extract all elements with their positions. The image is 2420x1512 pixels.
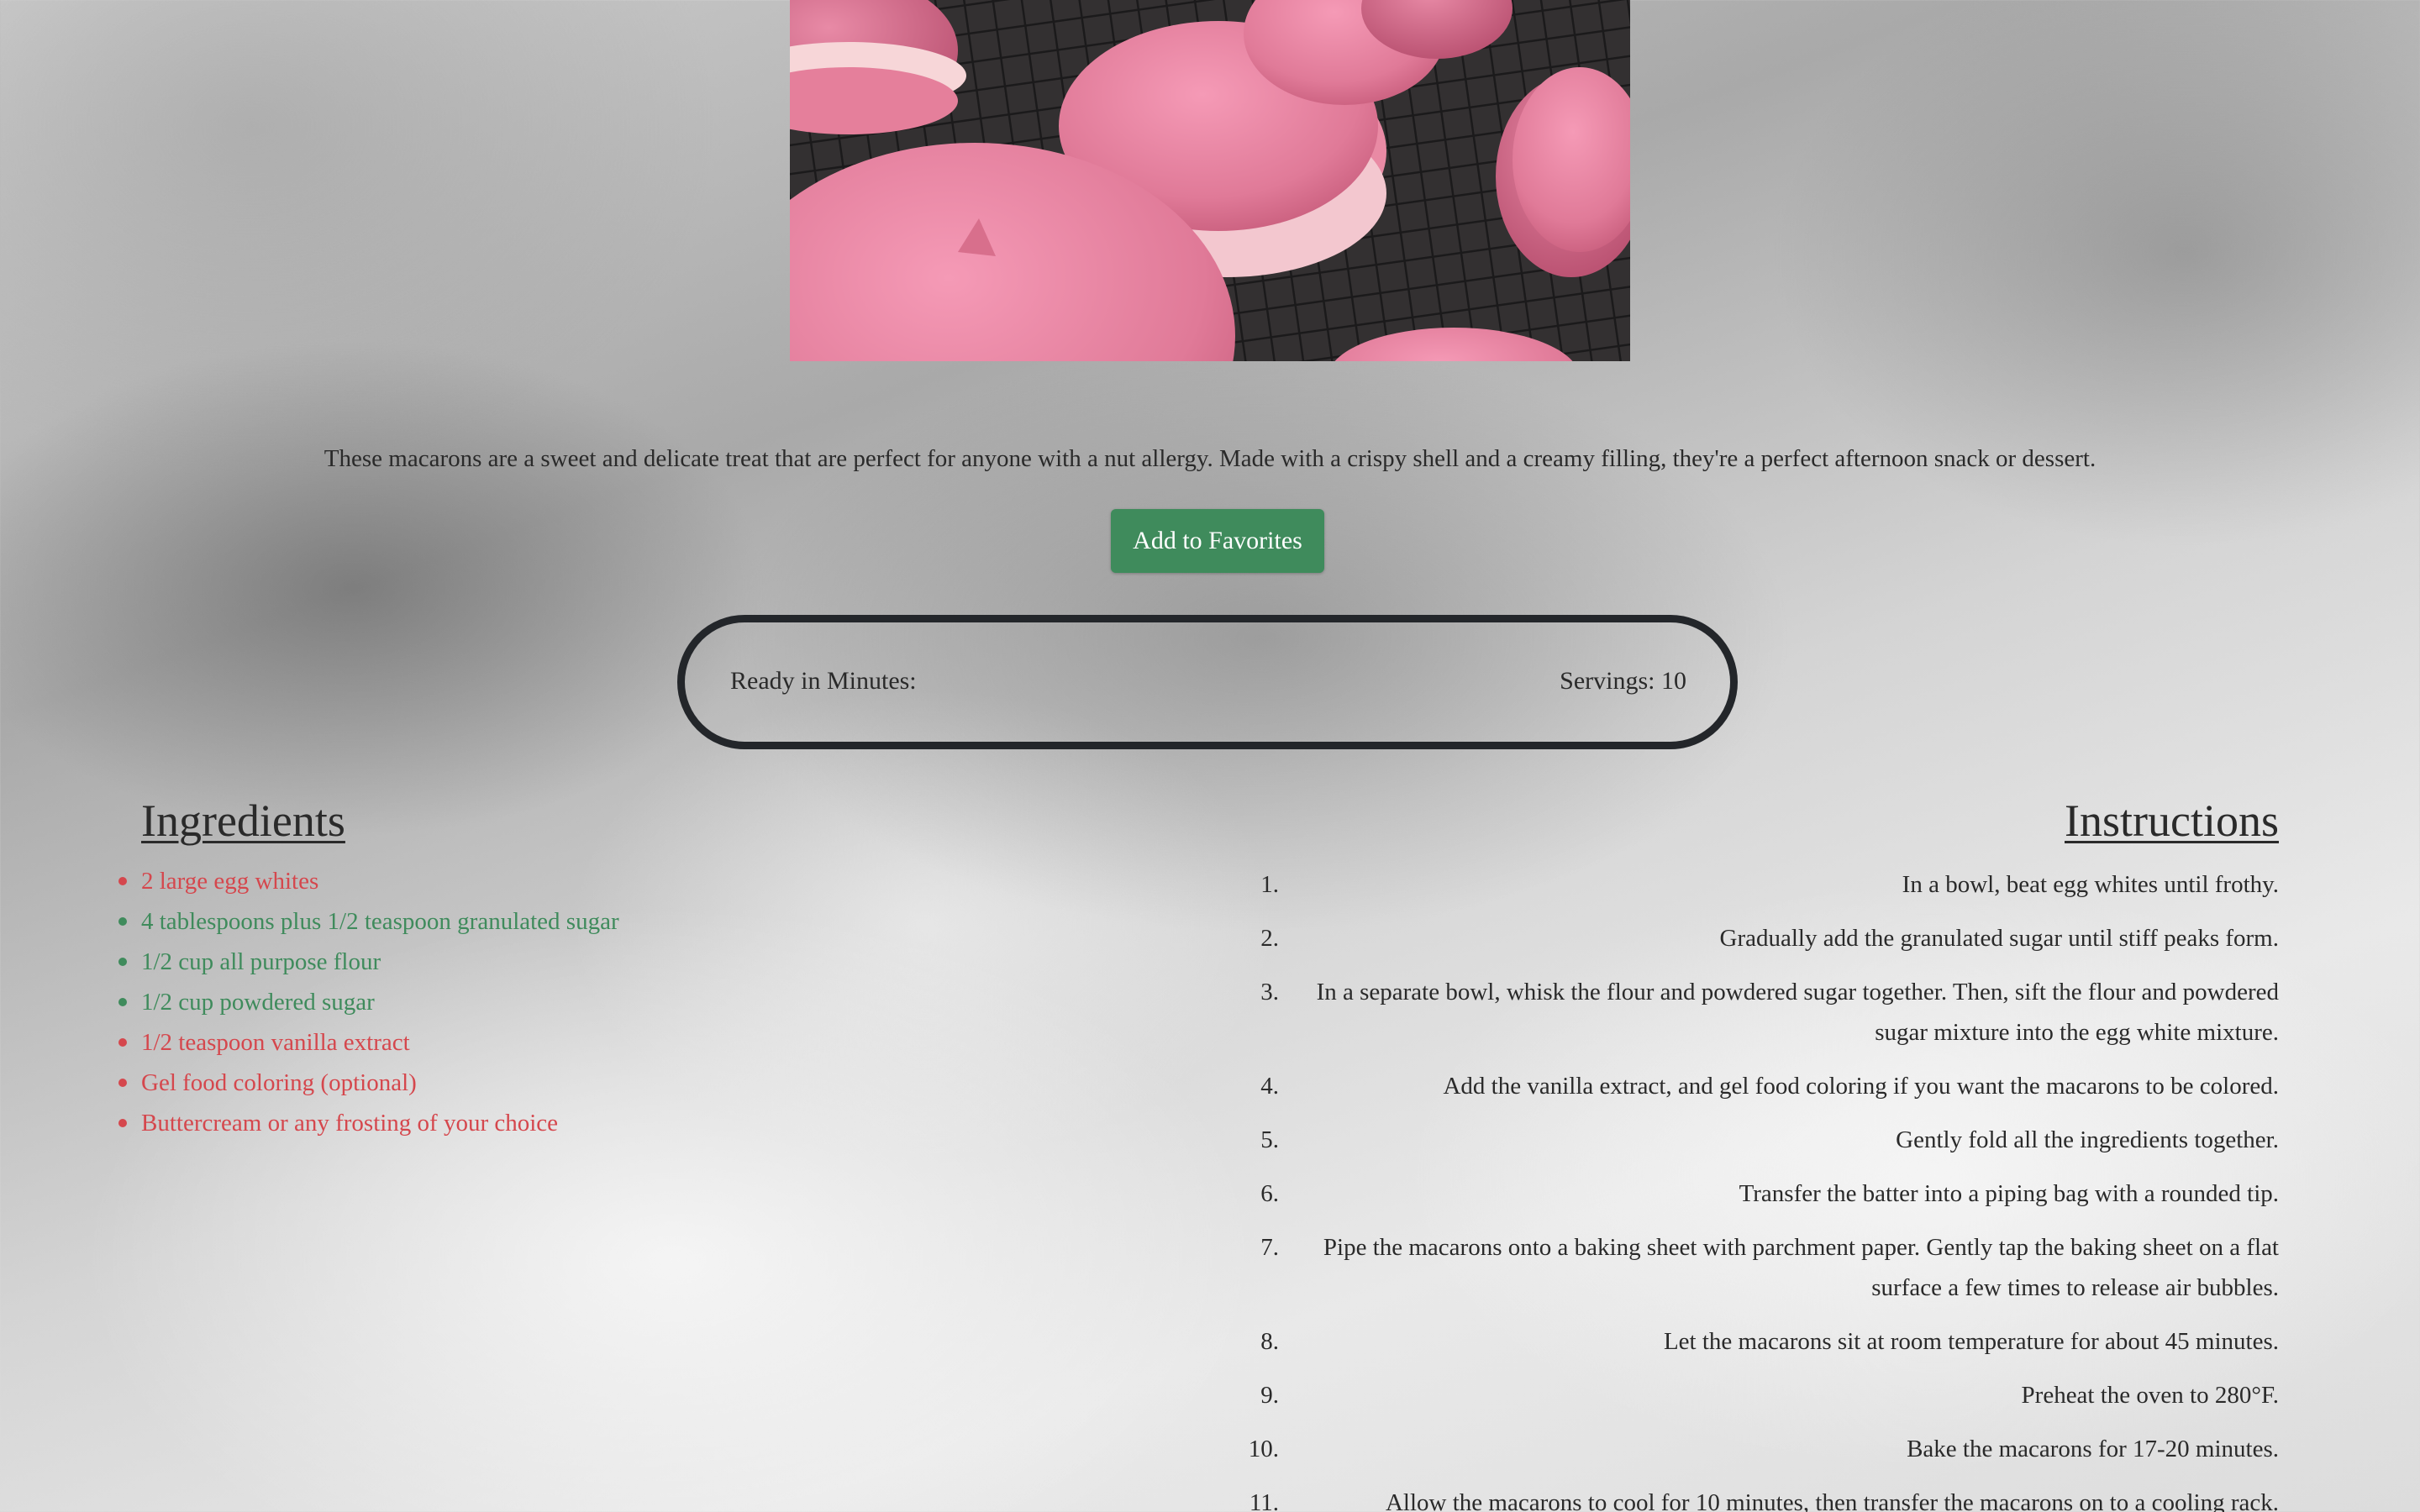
servings-label: Servings: 10 [1560, 667, 1686, 695]
ingredient-item: 2 large egg whites [118, 864, 619, 905]
add-to-favorites-button[interactable]: Add to Favorites [1111, 509, 1324, 573]
ingredient-item: 4 tablespoons plus 1/2 teaspoon granulat… [118, 905, 619, 945]
step-number: 2. [1260, 925, 1279, 952]
bullet-icon [118, 998, 127, 1006]
ingredients-heading: Ingredients [141, 795, 345, 846]
ingredients-list: 2 large egg whites 4 tablespoons plus 1/… [118, 864, 619, 1147]
step-number: 3. [1260, 979, 1279, 1005]
step-text: In a bowl, beat egg whites until frothy. [1902, 871, 2279, 898]
instruction-step: 10. Bake the macarons for 17-20 minutes. [1244, 1429, 2279, 1469]
instruction-step: 11. Allow the macarons to cool for 10 min… [1244, 1483, 2279, 1512]
step-number: 11. [1249, 1489, 1279, 1512]
macaron-image [790, 0, 1630, 361]
step-number: 7. [1260, 1234, 1279, 1261]
step-number: 9. [1260, 1382, 1279, 1409]
recipe-info-panel: Ready in Minutes: Servings: 10 [677, 615, 1738, 749]
instruction-step: 9. Preheat the oven to 280°F. [1244, 1375, 2279, 1415]
instruction-step: 6. Transfer the batter into a piping bag … [1244, 1173, 2279, 1214]
ready-in-minutes-label: Ready in Minutes: [730, 667, 917, 695]
bullet-icon [118, 1119, 127, 1127]
step-number: 6. [1260, 1180, 1279, 1207]
instruction-step: 1. In a bowl, beat egg whites until froth… [1244, 864, 2279, 905]
step-text: Pipe the macarons onto a baking sheet wi… [1323, 1234, 2279, 1301]
bullet-icon [118, 917, 127, 926]
step-text: Gradually add the granulated sugar until… [1719, 925, 2279, 952]
bullet-icon [118, 1079, 127, 1087]
ingredient-item: 1/2 teaspoon vanilla extract [118, 1026, 619, 1066]
bullet-icon [118, 877, 127, 885]
step-number: 1. [1260, 871, 1279, 898]
instruction-step: 2. Gradually add the granulated sugar unt… [1244, 918, 2279, 958]
bullet-icon [118, 1038, 127, 1047]
step-number: 4. [1260, 1073, 1279, 1100]
instruction-step: 4. Add the vanilla extract, and gel food … [1244, 1066, 2279, 1106]
ingredient-item: 1/2 cup powdered sugar [118, 985, 619, 1026]
step-text: In a separate bowl, whisk the flour and … [1316, 979, 2279, 1046]
step-text: Let the macarons sit at room temperature… [1663, 1328, 2279, 1355]
step-number: 8. [1260, 1328, 1279, 1355]
step-number: 5. [1260, 1126, 1279, 1153]
step-text: Bake the macarons for 17-20 minutes. [1907, 1436, 2279, 1462]
step-text: Transfer the batter into a piping bag wi… [1739, 1180, 2279, 1207]
step-number: 10. [1248, 1436, 1279, 1462]
ingredient-item: Gel food coloring (optional) [118, 1066, 619, 1106]
instruction-step: 5. Gently fold all the ingredients togeth… [1244, 1120, 2279, 1160]
instructions-heading: Instructions [2065, 795, 2279, 846]
instruction-step: 8. Let the macarons sit at room temperatu… [1244, 1321, 2279, 1362]
instruction-step: 3. In a separate bowl, whisk the flour an… [1244, 972, 2279, 1053]
recipe-description: These macarons are a sweet and delicate … [324, 445, 2096, 472]
instruction-step: 7. Pipe the macarons onto a baking sheet … [1244, 1227, 2279, 1308]
bullet-icon [118, 958, 127, 966]
recipe-photo [790, 0, 1630, 361]
ingredient-item: 1/2 cup all purpose flour [118, 945, 619, 985]
step-text: Preheat the oven to 280°F. [2021, 1382, 2279, 1409]
step-text: Gently fold all the ingredients together… [1896, 1126, 2279, 1153]
ingredient-item: Buttercream or any frosting of your choi… [118, 1106, 619, 1147]
instructions-list: 1. In a bowl, beat egg whites until froth… [1244, 864, 2279, 1512]
step-text: Add the vanilla extract, and gel food co… [1443, 1073, 2279, 1100]
step-text: Allow the macarons to cool for 10 minute… [1385, 1489, 2279, 1512]
